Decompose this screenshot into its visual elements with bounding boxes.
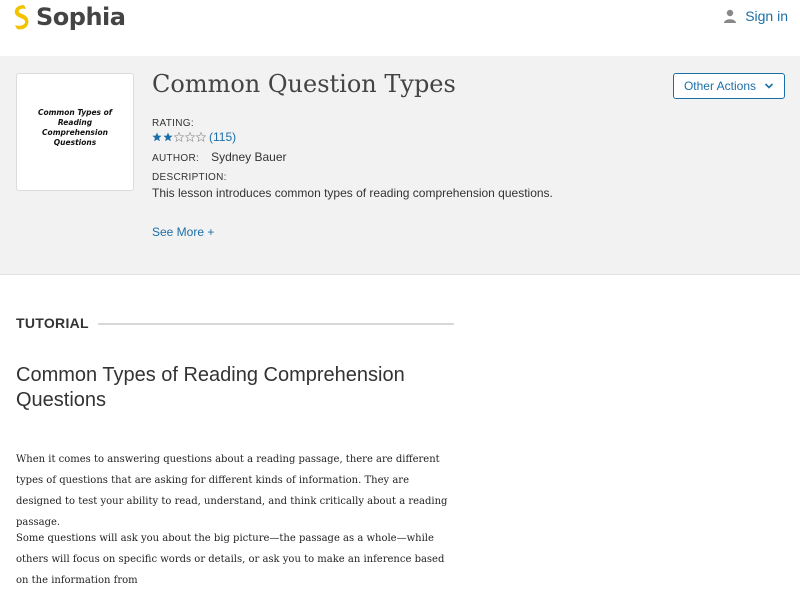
tutorial-paragraph: Some questions will ask you about the bi…	[16, 533, 445, 586]
tutorial-section-label: TUTORIAL	[16, 315, 89, 331]
star-empty-icon	[185, 132, 195, 142]
star-empty-icon	[174, 132, 184, 142]
rating-label: RATING:	[152, 118, 194, 129]
sign-in-link[interactable]: Sign in	[723, 8, 788, 24]
description-label: DESCRIPTION:	[152, 172, 227, 183]
chevron-down-icon	[764, 83, 774, 89]
rating-count[interactable]: (115)	[209, 130, 236, 144]
lesson-header: Common Types of Reading Comprehension Qu…	[0, 56, 800, 275]
author-name: Sydney Bauer	[211, 150, 287, 164]
section-divider	[98, 323, 454, 325]
user-icon	[724, 9, 737, 23]
tutorial-paragraph: When it comes to answering questions abo…	[16, 454, 448, 528]
star-filled-icon	[152, 132, 162, 142]
see-more-link[interactable]: See More +	[152, 225, 214, 239]
other-actions-button[interactable]: Other Actions	[673, 73, 785, 99]
star-filled-icon	[163, 132, 173, 142]
lesson-title: Common Question Types	[152, 70, 456, 98]
lesson-description: This lesson introduces common types of r…	[152, 186, 553, 200]
thumbnail-text: Common Types of Reading Comprehension Qu…	[37, 108, 113, 147]
sophia-logo[interactable]: Sophia	[10, 3, 126, 31]
brand-name: Sophia	[36, 3, 126, 31]
top-navigation-bar: Sophia Sign in	[0, 0, 800, 56]
author-row: AUTHOR: Sydney Bauer	[152, 150, 287, 164]
sign-in-label: Sign in	[745, 8, 788, 24]
author-label: AUTHOR:	[152, 153, 200, 164]
star-empty-icon	[196, 132, 206, 142]
rating-stars[interactable]: (115)	[152, 130, 236, 144]
tutorial-title: Common Types of Reading Comprehension Qu…	[16, 364, 405, 411]
sophia-logo-icon	[14, 5, 29, 30]
lesson-thumbnail: Common Types of Reading Comprehension Qu…	[16, 73, 134, 191]
other-actions-label: Other Actions	[683, 79, 757, 93]
